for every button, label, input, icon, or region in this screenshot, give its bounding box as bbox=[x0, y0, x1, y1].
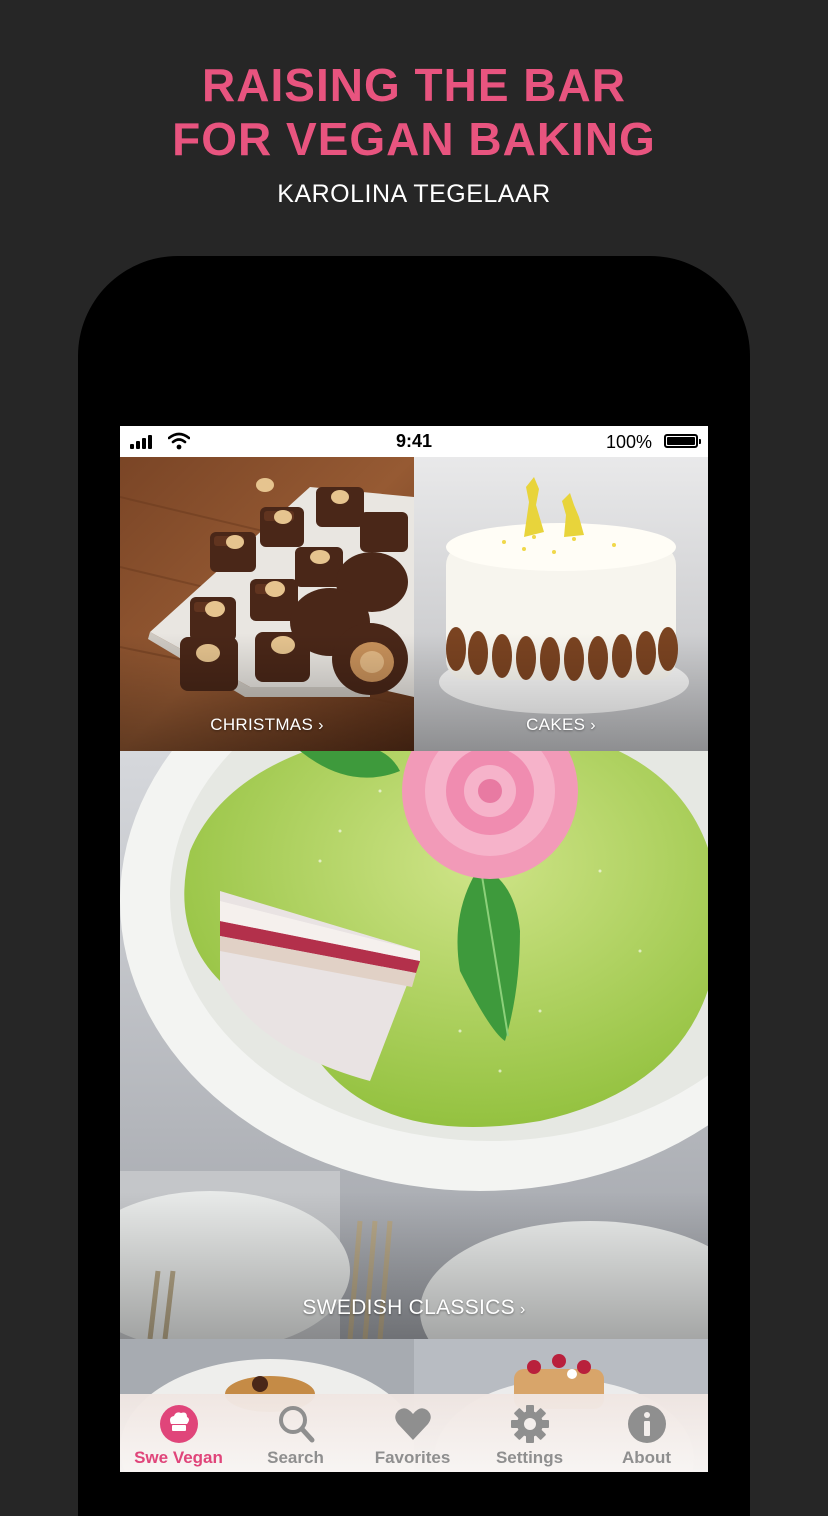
gear-icon bbox=[510, 1405, 549, 1443]
tab-label: About bbox=[621, 1448, 672, 1467]
category-tile-cakes[interactable]: CAKES › bbox=[414, 457, 708, 751]
christmas-image bbox=[120, 457, 414, 751]
app-screen: 9:41 100% CHRISTMAS › CAKES › SWEDISH CL… bbox=[120, 426, 708, 1472]
chevron-right-icon: › bbox=[519, 1301, 526, 1318]
tab-swe-vegan[interactable]: Swe Vegan bbox=[120, 1404, 237, 1468]
tab-label: Favorites bbox=[374, 1448, 451, 1467]
category-label-christmas: CHRISTMAS › bbox=[120, 715, 414, 735]
status-bar: 9:41 100% bbox=[120, 426, 708, 457]
search-icon bbox=[278, 1406, 314, 1443]
cakes-image bbox=[414, 457, 708, 751]
category-title: CAKES bbox=[526, 715, 586, 734]
category-title: CHRISTMAS bbox=[210, 715, 314, 734]
chevron-right-icon: › bbox=[590, 717, 596, 734]
category-label-cakes: CAKES › bbox=[414, 715, 708, 735]
tab-settings[interactable]: Settings bbox=[471, 1404, 588, 1468]
promo-headline: RAISING THE BAR FOR VEGAN BAKING bbox=[0, 58, 828, 166]
category-title: SWEDISH CLASSICS bbox=[302, 1296, 515, 1319]
heart-icon bbox=[394, 1408, 431, 1440]
category-tile-christmas[interactable]: CHRISTMAS › bbox=[120, 457, 414, 751]
swedish-classics-image bbox=[120, 751, 708, 1339]
tab-label: Search bbox=[267, 1448, 324, 1467]
chef-hat-icon bbox=[159, 1405, 198, 1443]
tab-favorites[interactable]: Favorites bbox=[354, 1404, 471, 1468]
promo-headline-line1: RAISING THE BAR bbox=[202, 59, 626, 111]
tab-search[interactable]: Search bbox=[237, 1404, 354, 1468]
tab-bar: Swe Vegan Search Favorites Settings Abou… bbox=[120, 1394, 708, 1472]
category-tile-swedish-classics[interactable]: SWEDISH CLASSICS › bbox=[120, 751, 708, 1339]
battery-percent: 100% bbox=[605, 432, 652, 452]
tab-about[interactable]: About bbox=[588, 1404, 705, 1468]
tab-label: Settings bbox=[495, 1448, 564, 1467]
info-icon bbox=[627, 1405, 666, 1443]
promo-headline-line2: FOR VEGAN BAKING bbox=[172, 113, 656, 165]
tab-label: Swe Vegan bbox=[134, 1448, 223, 1467]
battery-icon bbox=[664, 434, 701, 448]
promo-author: KAROLINA TEGELAAR bbox=[277, 180, 551, 208]
category-label-swedish-classics: SWEDISH CLASSICS › bbox=[120, 1296, 708, 1320]
chevron-right-icon: › bbox=[318, 717, 324, 734]
